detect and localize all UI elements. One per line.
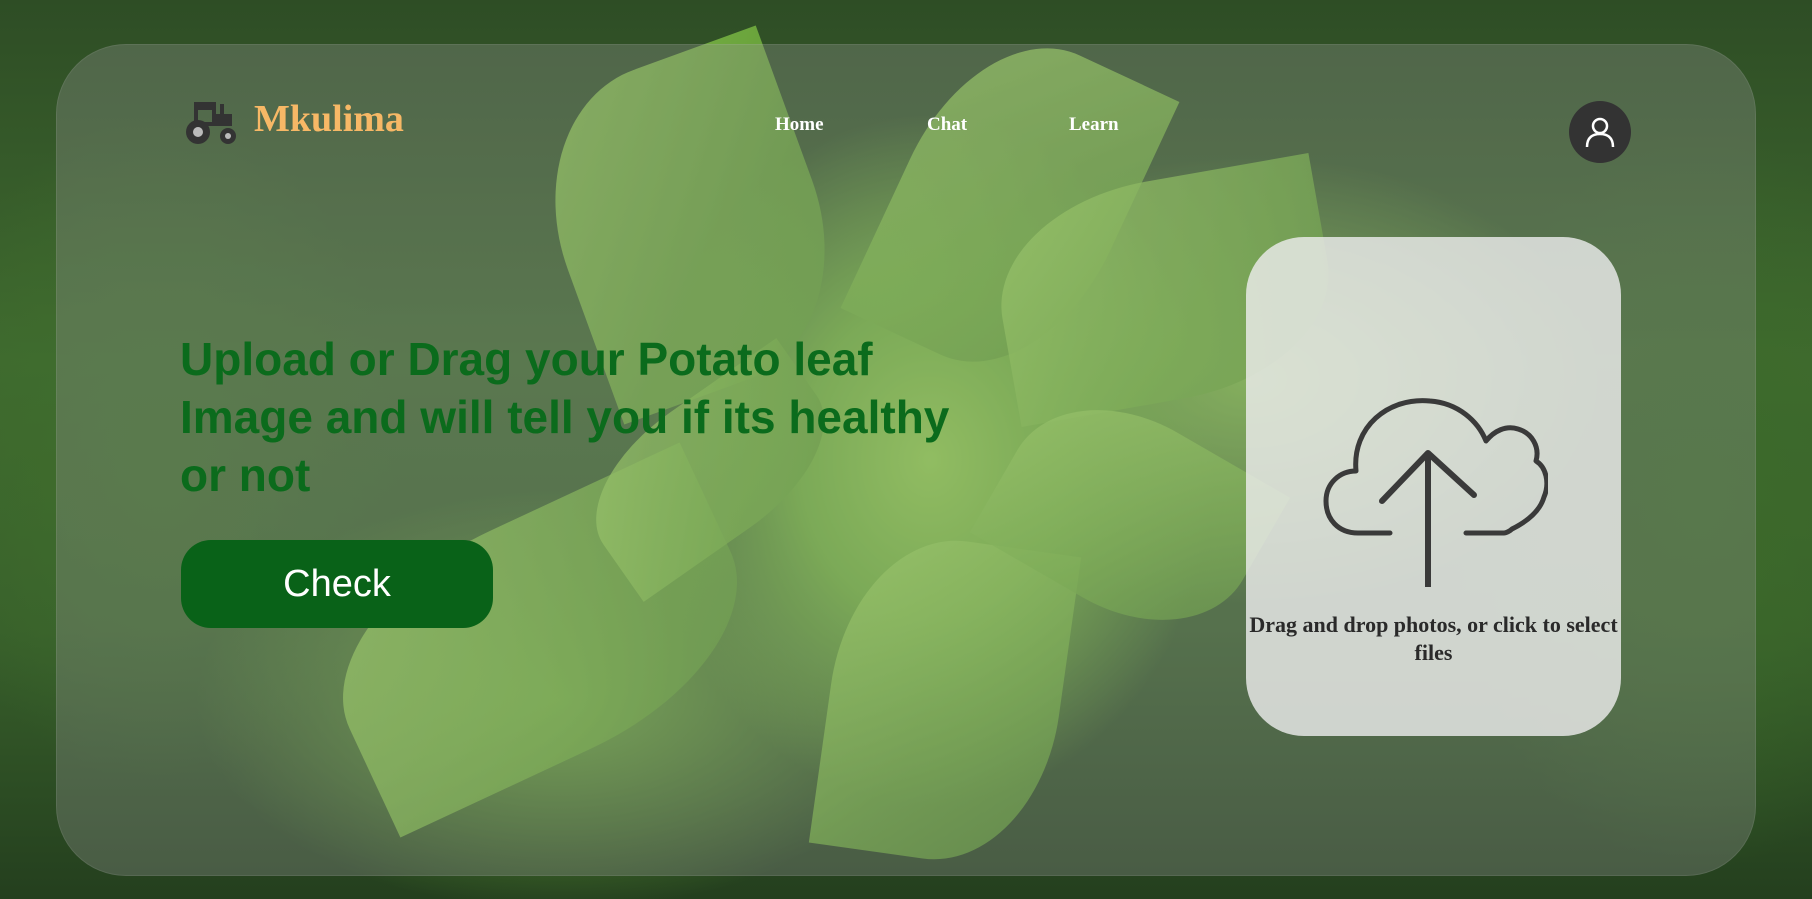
user-avatar-button[interactable]: [1569, 101, 1631, 163]
brand-name: Mkulima: [254, 98, 404, 140]
nav-home[interactable]: Home: [775, 114, 824, 136]
tractor-icon: [186, 102, 236, 144]
nav-learn[interactable]: Learn: [1069, 114, 1119, 136]
user-icon: [1585, 117, 1615, 148]
upload-dropzone[interactable]: Drag and drop photos, or click to select…: [1246, 237, 1621, 736]
cloud-upload-icon: [1323, 398, 1548, 587]
hero-headline: Upload or Drag your Potato leaf Image an…: [180, 333, 950, 501]
dropzone-instructions: Drag and drop photos, or click to select…: [1249, 612, 1618, 665]
check-button[interactable]: Check: [181, 540, 493, 628]
logo[interactable]: Mkulima: [180, 92, 404, 146]
nav-chat[interactable]: Chat: [927, 114, 967, 136]
